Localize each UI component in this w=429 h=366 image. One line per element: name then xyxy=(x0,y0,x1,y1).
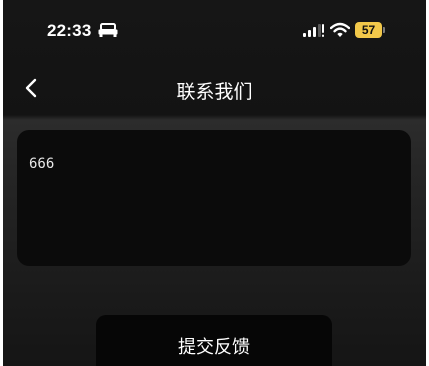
nav-bar: 联系我们 xyxy=(3,64,426,116)
page-title: 联系我们 xyxy=(176,81,253,103)
wifi-icon xyxy=(330,22,350,37)
battery-tip xyxy=(383,27,385,33)
car-icon xyxy=(98,23,118,37)
battery-icon: 57 xyxy=(355,22,385,38)
status-time: 22:33 xyxy=(47,21,92,40)
submit-feedback-button[interactable]: 提交反馈 xyxy=(96,315,332,366)
app-screen: 22:33 57 联系我们 666 提交反馈 xyxy=(3,0,426,366)
battery-level: 57 xyxy=(355,22,382,38)
status-bar: 22:33 57 xyxy=(3,0,426,64)
feedback-input[interactable]: 666 xyxy=(17,130,411,266)
signal-icon xyxy=(303,24,324,37)
